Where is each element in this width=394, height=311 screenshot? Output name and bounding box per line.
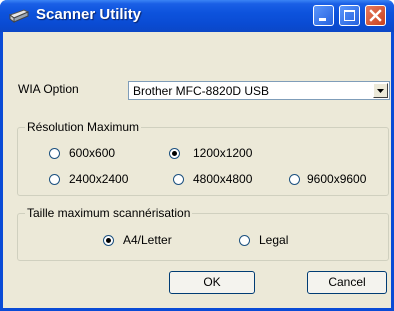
radio-label-4800x4800: 4800x4800: [193, 172, 253, 186]
radio-label-2400x2400: 2400x2400: [69, 172, 129, 186]
radio-size-legal[interactable]: [239, 235, 250, 246]
maximize-icon: [344, 10, 355, 21]
title-bar[interactable]: Scanner Utility: [0, 0, 394, 32]
minimize-icon: [319, 18, 326, 21]
scan-size-group: Taille maximum scannérisation: [17, 206, 389, 261]
radio-label-9600x9600: 9600x9600: [307, 172, 367, 186]
maximize-button[interactable]: [339, 5, 360, 26]
close-button[interactable]: [365, 5, 386, 26]
radio-label-a4-letter: A4/Letter: [123, 233, 172, 247]
dropdown-button[interactable]: [373, 83, 388, 98]
wia-option-value: Brother MFC-8820D USB: [133, 84, 270, 98]
close-icon: [369, 9, 382, 22]
scan-size-group-title: Taille maximum scannérisation: [25, 206, 193, 220]
scanner-icon: [8, 8, 30, 24]
radio-label-600x600: 600x600: [69, 146, 116, 160]
radio-resolution-2400x2400[interactable]: [49, 174, 60, 185]
chevron-down-icon: [377, 89, 384, 93]
scanner-utility-dialog: Scanner Utility WIA Option Brother MFC-8…: [0, 0, 394, 311]
wia-option-select[interactable]: Brother MFC-8820D USB: [128, 81, 390, 100]
radio-label-1200x1200: 1200x1200: [193, 146, 253, 160]
ok-button[interactable]: OK: [169, 271, 255, 294]
radio-resolution-1200x1200[interactable]: [169, 148, 180, 159]
minimize-button[interactable]: [313, 5, 334, 26]
radio-size-a4-letter[interactable]: [103, 235, 114, 246]
radio-resolution-600x600[interactable]: [49, 148, 60, 159]
window-title: Scanner Utility: [36, 6, 142, 23]
radio-resolution-9600x9600[interactable]: [289, 174, 300, 185]
radio-label-legal: Legal: [259, 233, 289, 247]
wia-option-label: WIA Option: [18, 82, 79, 96]
resolution-group-title: Résolution Maximum: [25, 120, 142, 134]
cancel-button[interactable]: Cancel: [307, 271, 387, 294]
radio-resolution-4800x4800[interactable]: [173, 174, 184, 185]
